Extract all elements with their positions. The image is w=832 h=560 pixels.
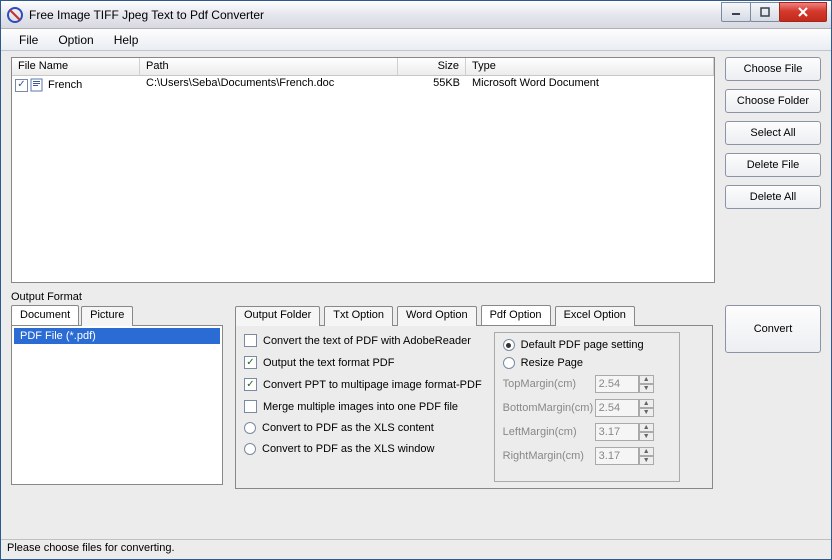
radio-icon[interactable] [244,443,256,455]
delete-all-button[interactable]: Delete All [725,185,821,209]
radio-icon[interactable] [244,422,256,434]
statusbar: Please choose files for converting. [1,539,831,559]
row-checkbox[interactable]: ✓ [15,79,28,92]
bottom-margin-input[interactable] [595,399,639,417]
radio-icon[interactable] [503,357,515,369]
menu-option[interactable]: Option [48,30,103,50]
window-controls [722,2,827,22]
format-body: PDF File (*.pdf) [11,325,223,485]
close-button[interactable] [779,2,827,22]
choose-file-button[interactable]: Choose File [725,57,821,81]
col-name[interactable]: File Name [12,58,140,75]
maximize-button[interactable] [750,2,780,22]
minimize-button[interactable] [721,2,751,22]
convert-button[interactable]: Convert [725,305,821,353]
col-path[interactable]: Path [140,58,398,75]
pdf-right-group: Default PDF page setting Resize Page Top… [494,332,680,482]
format-item-pdf[interactable]: PDF File (*.pdf) [14,328,220,344]
tab-txt-option[interactable]: Txt Option [324,306,393,326]
left-margin-input[interactable] [595,423,639,441]
tab-picture[interactable]: Picture [81,306,133,326]
list-rows: ✓ French C:\Users\Seba\Documents\French.… [12,76,714,282]
rb-xls-content[interactable]: Convert to PDF as the XLS content [244,422,482,434]
list-header: File Name Path Size Type [12,58,714,76]
mid-row: Document Picture PDF File (*.pdf) Output… [11,305,821,489]
pdf-left-options: Convert the text of PDF with AdobeReader… [244,332,482,482]
app-icon [7,7,23,23]
cell-path: C:\Users\Seba\Documents\French.doc [140,77,398,93]
titlebar: Free Image TIFF Jpeg Text to Pdf Convert… [1,1,831,29]
rb-resize-page[interactable]: Resize Page [503,357,671,369]
format-list[interactable]: PDF File (*.pdf) [14,328,220,482]
menubar: File Option Help [1,29,831,51]
option-tabs: Output Folder Txt Option Word Option Pdf… [235,305,713,489]
option-body: Convert the text of PDF with AdobeReader… [235,325,713,489]
col-type[interactable]: Type [466,58,714,75]
spin-buttons[interactable]: ▲▼ [639,447,654,465]
cb-merge-images[interactable]: Merge multiple images into one PDF file [244,400,482,413]
delete-file-button[interactable]: Delete File [725,153,821,177]
spin-buttons[interactable]: ▲▼ [639,399,654,417]
cell-size: 55KB [398,77,466,93]
spin-buttons[interactable]: ▲▼ [639,423,654,441]
top-margin-input[interactable] [595,375,639,393]
rb-default-page[interactable]: Default PDF page setting [503,339,671,351]
checkbox-icon[interactable]: ✓ [244,378,257,391]
file-list[interactable]: File Name Path Size Type ✓ French [11,57,715,283]
select-all-button[interactable]: Select All [725,121,821,145]
client-area: File Name Path Size Type ✓ French [1,51,831,539]
window-title: Free Image TIFF Jpeg Text to Pdf Convert… [29,8,722,22]
checkbox-icon[interactable] [244,400,257,413]
menu-help[interactable]: Help [104,30,149,50]
radio-icon[interactable] [503,339,515,351]
cell-name: ✓ French [12,77,140,93]
spin-buttons[interactable]: ▲▼ [639,375,654,393]
side-buttons: Choose File Choose Folder Select All Del… [725,57,821,283]
cb-adobe-reader[interactable]: Convert the text of PDF with AdobeReader [244,334,482,347]
cb-output-text[interactable]: ✓Output the text format PDF [244,356,482,369]
output-format-label: Output Format [11,291,821,303]
tab-document[interactable]: Document [11,305,79,325]
bottom-margin-row: BottomMargin(cm)▲▼ [503,399,671,417]
cb-ppt-multipage[interactable]: ✓Convert PPT to multipage image format-P… [244,378,482,391]
choose-folder-button[interactable]: Choose Folder [725,89,821,113]
convert-column: Convert [725,305,821,353]
col-size[interactable]: Size [398,58,466,75]
tab-word-option[interactable]: Word Option [397,306,477,326]
checkbox-icon[interactable]: ✓ [244,356,257,369]
tab-pdf-option[interactable]: Pdf Option [481,305,551,325]
tab-output-folder[interactable]: Output Folder [235,306,320,326]
menu-file[interactable]: File [9,30,48,50]
cell-name-text: French [48,79,82,91]
option-tabstrip: Output Folder Txt Option Word Option Pdf… [235,305,713,325]
checkbox-icon[interactable] [244,334,257,347]
right-margin-row: RightMargin(cm)▲▼ [503,447,671,465]
right-margin-input[interactable] [595,447,639,465]
left-margin-row: LeftMargin(cm)▲▼ [503,423,671,441]
top-row: File Name Path Size Type ✓ French [11,57,821,283]
word-doc-icon [30,78,46,92]
format-tabstrip: Document Picture [11,305,223,325]
format-tabs: Document Picture PDF File (*.pdf) [11,305,223,485]
app-window: Free Image TIFF Jpeg Text to Pdf Convert… [0,0,832,560]
rb-xls-window[interactable]: Convert to PDF as the XLS window [244,443,482,455]
cell-type: Microsoft Word Document [466,77,714,93]
table-row[interactable]: ✓ French C:\Users\Seba\Documents\French.… [12,76,714,93]
top-margin-row: TopMargin(cm)▲▼ [503,375,671,393]
tab-excel-option[interactable]: Excel Option [555,306,635,326]
